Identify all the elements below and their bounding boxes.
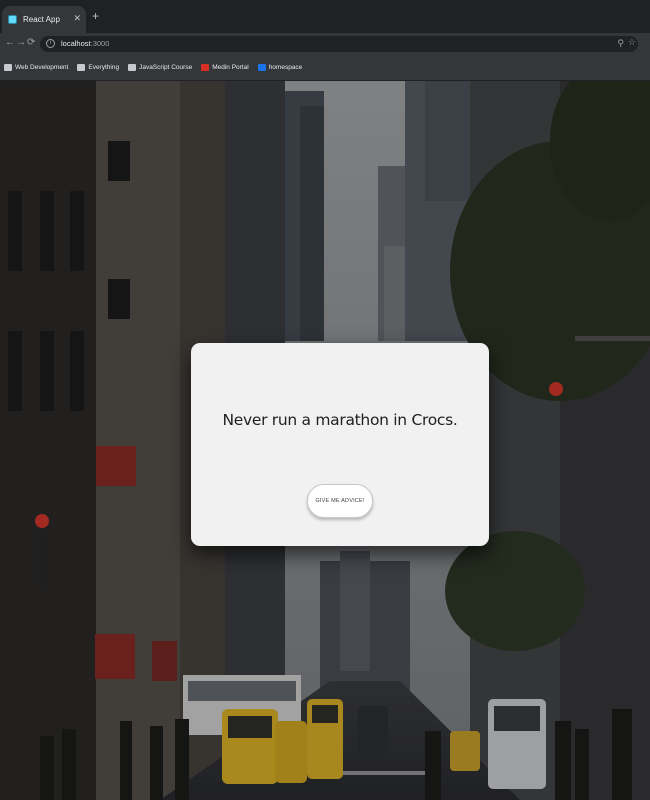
- page-viewport: Never run a marathon in Crocs. GIVE ME A…: [0, 81, 650, 800]
- bookmark-javascript-course[interactable]: JavaScript Course: [128, 64, 192, 71]
- address-bar[interactable]: i localhost:3000 ⚲ ☆: [40, 36, 638, 52]
- give-me-advice-button[interactable]: GIVE ME ADVICE!: [307, 484, 373, 518]
- site-info-icon[interactable]: i: [46, 39, 55, 48]
- medin-icon: [201, 64, 210, 71]
- zoom-icon[interactable]: ⚲: [617, 38, 624, 49]
- react-favicon-icon: [8, 15, 17, 24]
- advice-card: Never run a marathon in Crocs. GIVE ME A…: [191, 343, 489, 546]
- new-tab-icon[interactable]: +: [92, 9, 99, 23]
- bookmark-web-development[interactable]: Web Development: [4, 64, 68, 71]
- browser-tab[interactable]: React App ✕: [2, 6, 86, 33]
- bookmarks-bar: Web Development Everything JavaScript Co…: [0, 55, 650, 81]
- browser-toolbar: ← → ⟳ i localhost:3000 ⚲ ☆: [0, 33, 650, 55]
- tab-title: React App: [23, 15, 60, 24]
- advice-text: Never run a marathon in Crocs.: [222, 411, 458, 429]
- address-url: localhost:3000: [61, 39, 110, 48]
- tab-strip: React App ✕ +: [0, 0, 650, 33]
- folder-icon: [128, 64, 137, 71]
- folder-icon: [4, 64, 12, 71]
- forward-icon[interactable]: →: [16, 37, 26, 49]
- folder-icon: [77, 64, 86, 71]
- close-icon[interactable]: ✕: [73, 13, 81, 23]
- homespace-icon: [257, 64, 266, 71]
- bookmark-medin-portal[interactable]: Medin Portal: [201, 64, 249, 71]
- bookmark-star-icon[interactable]: ☆: [628, 37, 636, 48]
- reload-icon[interactable]: ⟳: [27, 37, 35, 49]
- bookmark-homespace[interactable]: homespace: [257, 64, 302, 71]
- back-icon[interactable]: ←: [5, 37, 15, 49]
- bookmark-everything[interactable]: Everything: [77, 64, 119, 71]
